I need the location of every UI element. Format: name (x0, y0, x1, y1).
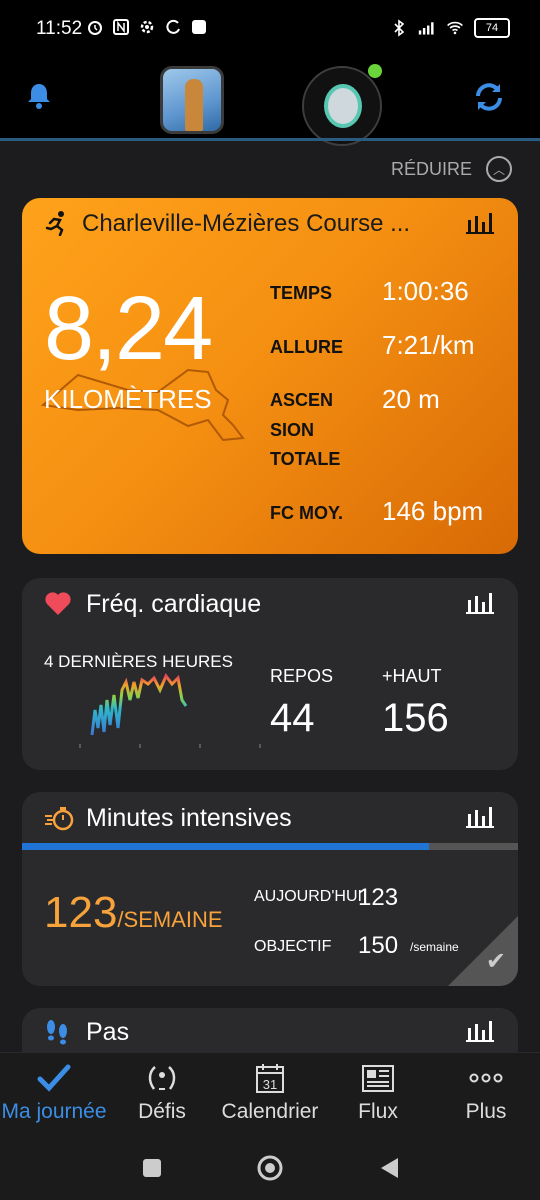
intensity-weekly-total: 123/SEMAINE (44, 888, 223, 938)
reduce-label: RÉDUIRE (390, 158, 472, 179)
nav-feed[interactable]: Flux (324, 1060, 432, 1124)
stat-label-avg-hr: FC MOY. (270, 503, 344, 523)
calendar-day: 31 (263, 1077, 277, 1092)
intensity-value: 123 (44, 888, 118, 937)
status-time: 11:52 (36, 18, 83, 39)
sync-icon[interactable] (470, 78, 508, 116)
stat-label-pace: ALLURE (270, 337, 343, 357)
nav-calendar[interactable]: 31 Calendrier (216, 1060, 324, 1124)
stat-value-avg-hr: 146 bpm (382, 496, 484, 526)
stat-label-ascent-2: SION (270, 420, 315, 440)
reduce-button[interactable]: RÉDUIRE ︿ (391, 156, 512, 182)
newsfeed-icon (362, 1065, 394, 1092)
stat-label-ascent-1: ASCEN (270, 390, 334, 410)
stopwatch-icon (45, 807, 74, 831)
more-icon (469, 1073, 503, 1083)
activity-title: Charleville-Mézières Course ... (82, 210, 411, 237)
stat-label-time: TEMPS (270, 283, 333, 303)
signal-icon (418, 22, 434, 35)
notifications-bell-icon[interactable] (24, 80, 54, 110)
status-notification-icons (86, 18, 208, 36)
checkmark-icon: ✔ (485, 948, 506, 975)
watch-face (324, 84, 362, 128)
high-hr-value: 156 (382, 696, 449, 740)
bluetooth-icon (394, 19, 405, 37)
calendar-icon: 31 (256, 1064, 284, 1093)
goal-value: 150 (358, 932, 399, 959)
heart-rate-period: 4 DERNIÈRES HEURES (44, 652, 233, 671)
nav-challenges[interactable]: Défis (108, 1060, 216, 1124)
avatar[interactable] (160, 66, 224, 134)
stat-value-ascent: 20 m (382, 384, 440, 414)
high-hr-label: +HAUT (382, 666, 442, 686)
nfc-icon (113, 19, 129, 35)
heart-rate-sparkline (79, 673, 261, 748)
settings-icon (140, 20, 154, 34)
nav-more[interactable]: Plus (432, 1060, 540, 1124)
rest-hr-value: 44 (270, 696, 315, 740)
intensity-title: Minutes intensives (86, 804, 292, 832)
check-icon (37, 1064, 71, 1092)
stats-chart-icon[interactable] (466, 1020, 494, 1042)
loading-icon (166, 19, 180, 34)
rest-hr-label: REPOS (270, 666, 334, 686)
chevron-up-icon: ︿ (486, 156, 512, 182)
steps-title: Pas (86, 1018, 130, 1046)
back-button[interactable] (378, 1156, 400, 1180)
alarm-icon (88, 21, 102, 35)
stats-chart-icon[interactable] (466, 212, 494, 234)
system-navigation-bar (0, 1132, 540, 1200)
device-connected-dot (368, 64, 382, 78)
giraffe-image (185, 79, 203, 131)
app-header (0, 60, 540, 138)
running-icon (45, 211, 64, 236)
intensity-progress-fill (22, 843, 429, 850)
goal-label: OBJECTIF (254, 938, 332, 955)
battery-icon: 74 (474, 18, 510, 38)
stats-chart-icon[interactable] (466, 806, 494, 828)
heart-rate-title: Fréq. cardiaque (86, 590, 262, 618)
nav-label: Plus (465, 1100, 507, 1123)
today-label: AUJOURD'HUI (254, 888, 362, 905)
device-watch-icon[interactable] (302, 64, 382, 146)
distance-unit: KILOMÈTRES (44, 384, 212, 414)
recents-button[interactable] (142, 1158, 162, 1178)
today-value: 123 (358, 884, 399, 911)
intensity-unit: /SEMAINE (117, 907, 223, 932)
status-system-icons: 74 (390, 18, 510, 38)
nav-label: Flux (358, 1100, 398, 1123)
status-bar: 11:52 74 (0, 0, 540, 60)
app-notification-icon (192, 20, 206, 34)
stats-chart-icon[interactable] (466, 592, 494, 614)
laurel-icon (148, 1066, 176, 1090)
nav-my-day[interactable]: Ma journée (0, 1060, 108, 1124)
heart-icon (45, 592, 71, 615)
stat-label-ascent-3: TOTALE (270, 449, 341, 469)
nav-label: Défis (138, 1100, 186, 1123)
nav-label: Ma journée (1, 1100, 107, 1123)
distance-value: 8,24 (44, 279, 213, 379)
footsteps-icon (47, 1020, 67, 1045)
stat-value-pace: 7:21/km (382, 330, 475, 360)
home-button[interactable] (256, 1154, 284, 1182)
stat-value-time: 1:00:36 (382, 276, 469, 306)
header-divider (0, 138, 540, 141)
nav-label: Calendrier (221, 1100, 319, 1123)
goal-status-corner: ✔ (448, 916, 518, 986)
wifi-icon (447, 21, 463, 35)
